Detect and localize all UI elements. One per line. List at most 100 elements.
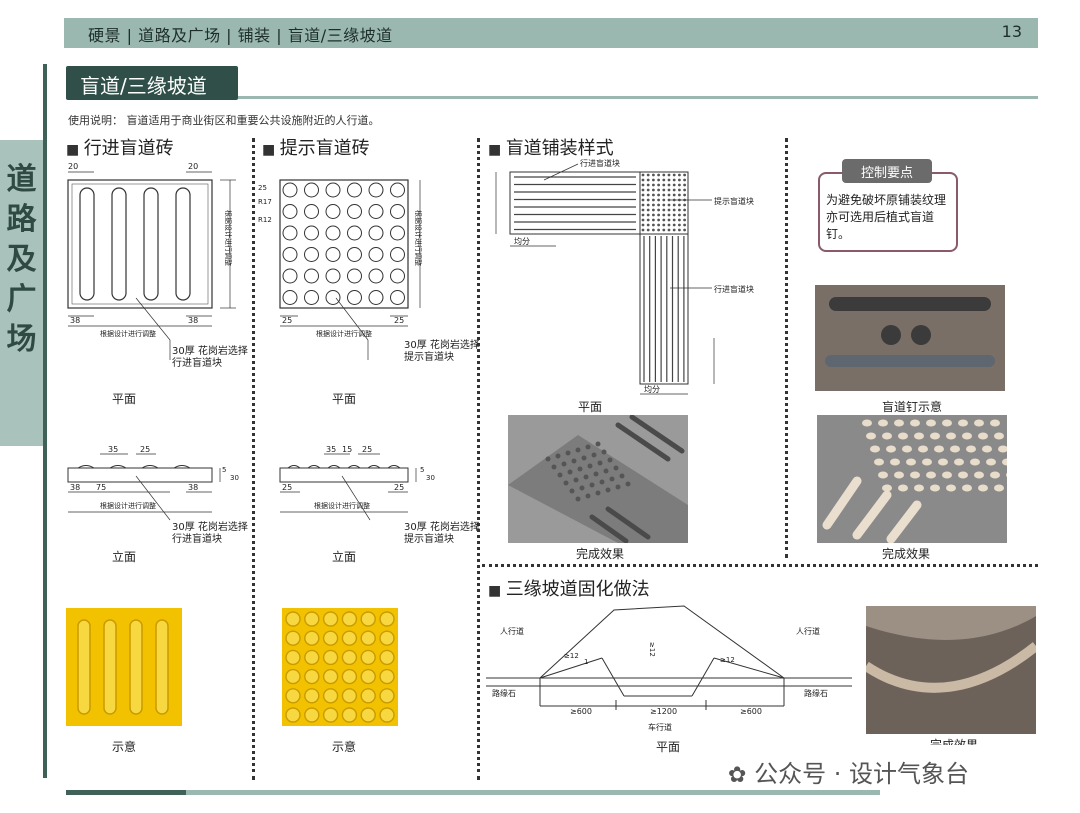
- truncated-dome: [646, 218, 650, 222]
- tactile-stud: [938, 458, 948, 466]
- tactile-stud: [942, 471, 952, 479]
- truncated-dome: [347, 225, 362, 241]
- truncated-dome: [683, 223, 686, 227]
- wechat-icon: ✿: [728, 763, 747, 788]
- tactile-stud: [970, 458, 980, 466]
- truncated-dome: [667, 203, 671, 207]
- truncated-dome: [683, 183, 686, 187]
- truncated-dome: [347, 182, 362, 198]
- truncated-dome: [652, 223, 655, 227]
- col2-plan-note-2: 提示盲道块: [404, 352, 454, 363]
- truncated-dome: [593, 471, 599, 477]
- truncated-dome: [662, 178, 666, 182]
- col1-sample-caption: 示意: [112, 740, 137, 754]
- truncated-dome: [652, 193, 655, 197]
- truncated-dome: [678, 203, 681, 207]
- truncated-dome: [657, 218, 660, 222]
- col2-elev-dim-h1: 5: [420, 466, 424, 474]
- col2-dim-a: 25: [258, 184, 267, 192]
- tactile-stud: [990, 419, 1000, 427]
- truncated-dome: [641, 193, 645, 197]
- truncated-dome: [573, 477, 579, 483]
- col2-elev-dim-b: 15: [342, 445, 352, 454]
- tactile-stud: [866, 432, 876, 440]
- truncated-dome: [599, 479, 605, 485]
- ramp-plan-drawing: 人行道 人行道 路缘石 路缘石 ≥12 1 ≥12 ≥12 ≥600 ≥1200…: [486, 605, 852, 732]
- truncated-dome: [347, 290, 362, 305]
- truncated-dome: [390, 182, 405, 198]
- ramp-curb-right: 路缘石: [804, 688, 828, 698]
- truncated-dome: [646, 213, 650, 217]
- truncated-dome: [360, 688, 376, 704]
- truncated-dome: [304, 668, 320, 685]
- truncated-dome: [625, 481, 631, 487]
- truncated-dome: [652, 178, 655, 182]
- truncated-dome: [304, 649, 320, 666]
- tactile-stud: [962, 484, 972, 492]
- tactile-stud: [954, 458, 964, 466]
- truncated-dome: [678, 208, 681, 212]
- truncated-dome: [667, 188, 671, 192]
- truncated-dome: [282, 247, 298, 262]
- col1-elev-dim-e: 38: [188, 483, 198, 492]
- col2-elev-dim-d: 25: [282, 483, 292, 492]
- truncated-dome: [325, 268, 341, 284]
- watermark: ✿ 公众号 · 设计气象台: [728, 760, 969, 788]
- truncated-dome: [325, 204, 341, 219]
- truncated-dome: [683, 178, 686, 182]
- col3-label-warning: 提示盲道块: [714, 196, 754, 206]
- truncated-dome: [341, 611, 358, 627]
- truncated-dome: [678, 228, 681, 232]
- truncated-dome: [304, 225, 319, 241]
- col1-elev-note-2: 行进盲道块: [172, 534, 222, 545]
- truncated-dome: [282, 204, 298, 219]
- truncated-dome: [667, 228, 671, 232]
- truncated-dome: [390, 225, 405, 241]
- tactile-stud: [950, 445, 960, 453]
- truncated-dome: [657, 208, 660, 212]
- truncated-dome: [585, 444, 591, 450]
- truncated-dome: [360, 649, 376, 666]
- truncated-dome: [678, 213, 681, 217]
- truncated-dome: [607, 457, 613, 463]
- tactile-stud: [978, 484, 988, 492]
- col3-label-forward-1: 行进盲道块: [580, 158, 620, 168]
- truncated-dome: [652, 208, 655, 212]
- truncated-dome: [569, 488, 575, 494]
- truncated-dome: [672, 208, 676, 212]
- column-divider-3: [785, 138, 788, 558]
- truncated-dome: [579, 485, 585, 491]
- truncated-dome: [678, 188, 681, 192]
- truncated-dome: [657, 198, 660, 202]
- notes-body: 为避免破坏原铺装纹理亦可选用后植式盲道钉。: [826, 193, 947, 241]
- ramp-photo: [866, 606, 1036, 734]
- ramp-photo-caption: 完成效果: [930, 738, 979, 745]
- truncated-dome: [641, 213, 645, 217]
- ramp-dim-1: ≥600: [570, 707, 592, 716]
- truncated-dome: [615, 484, 621, 490]
- truncated-dome: [683, 173, 686, 177]
- truncated-dome: [565, 450, 571, 456]
- tactile-stud: [926, 471, 936, 479]
- tactile-stud: [886, 445, 896, 453]
- col1-elev-dim-a: 35: [108, 445, 118, 454]
- col2-dim-bottom-label: 根据设计进行调整: [316, 329, 372, 338]
- truncated-dome: [672, 178, 676, 182]
- truncated-dome: [571, 458, 577, 464]
- col1-elev-dim-c: 38: [70, 483, 80, 492]
- truncated-dome: [360, 707, 376, 723]
- truncated-dome: [641, 228, 645, 232]
- tactile-stud: [930, 484, 940, 492]
- truncated-dome: [672, 183, 676, 187]
- truncated-dome: [657, 173, 660, 177]
- truncated-dome: [657, 203, 660, 207]
- col1-dim-bottom-label: 根据设计进行调整: [100, 329, 156, 338]
- truncated-dome: [368, 225, 384, 241]
- tactile-stud: [910, 471, 920, 479]
- truncated-dome: [390, 204, 405, 219]
- truncated-dome: [545, 456, 551, 462]
- truncated-dome: [672, 218, 676, 222]
- truncated-dome: [282, 268, 298, 284]
- truncated-dome: [285, 707, 301, 723]
- ramp-slope-3: ≥12: [720, 656, 735, 664]
